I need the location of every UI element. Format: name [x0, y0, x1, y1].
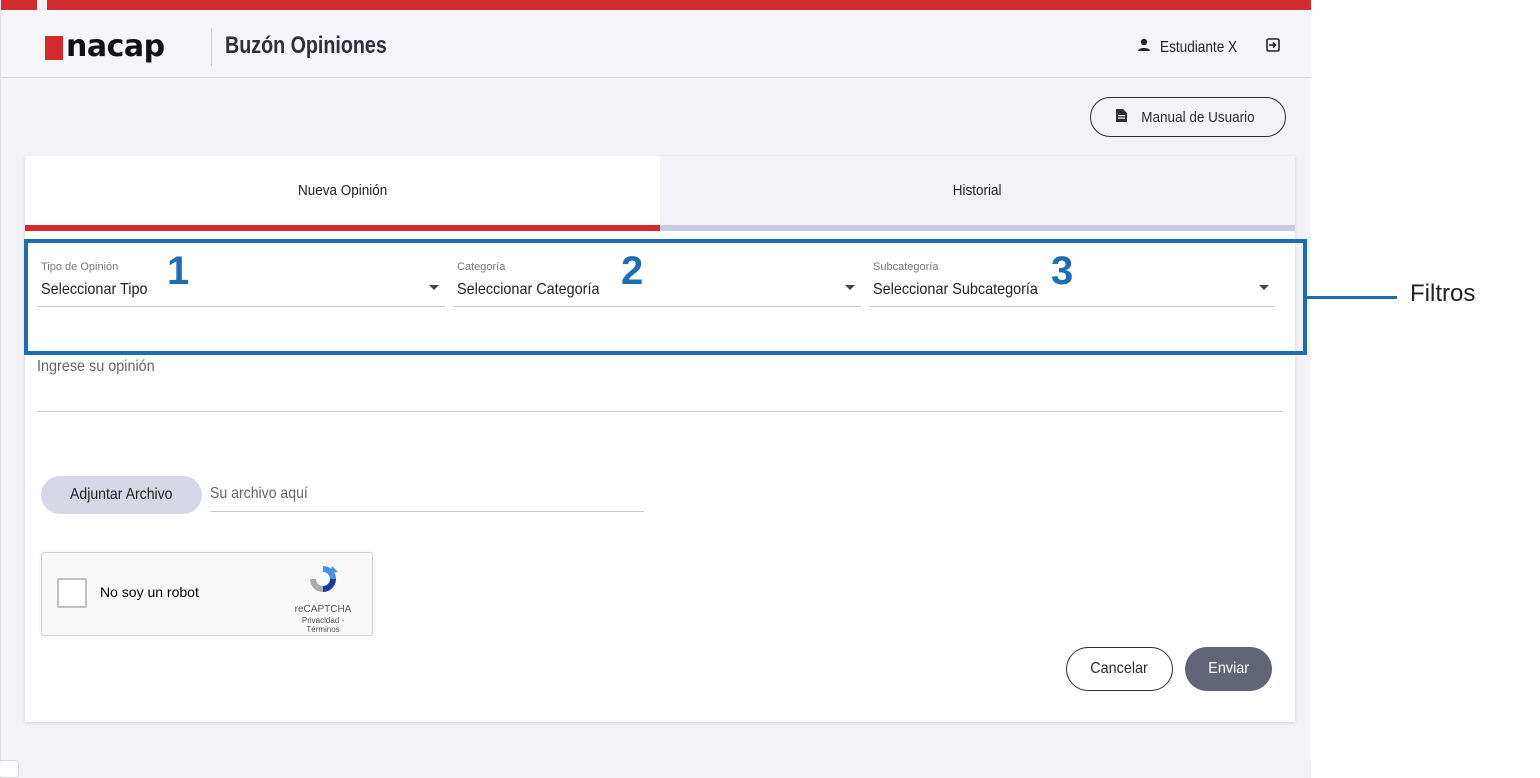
- recaptcha-icon: [310, 566, 338, 592]
- user-manual-label: Manual de Usuario: [1140, 108, 1255, 126]
- document-icon: [1115, 108, 1127, 126]
- top-accent-bar: [1, 0, 1311, 10]
- filters-annotation-connector: [1307, 296, 1397, 299]
- cancel-button[interactable]: Cancelar: [1066, 647, 1173, 691]
- attach-file-button[interactable]: Adjuntar Archivo: [41, 476, 202, 514]
- user-icon: [1136, 37, 1152, 58]
- tabs: Nueva Opinión Historial: [25, 156, 1295, 231]
- logo-text: nacap: [66, 29, 165, 64]
- file-placeholder: Su archivo aquí: [210, 485, 308, 502]
- user-manual-button[interactable]: Manual de Usuario: [1090, 97, 1286, 137]
- recaptcha-checkbox[interactable]: [57, 578, 87, 608]
- opinion-input[interactable]: Ingrese su opinión: [37, 346, 1283, 412]
- filters-annotation-box: [24, 239, 1307, 355]
- bottom-strip: [1, 760, 1311, 778]
- recaptcha-brand: reCAPTCHA: [294, 604, 352, 615]
- recaptcha-label: No soy un robot: [100, 584, 199, 600]
- attach-file-label: Adjuntar Archivo: [70, 486, 173, 503]
- tab-label: Historial: [953, 182, 1002, 199]
- inacap-logo[interactable]: nacap: [45, 32, 165, 62]
- recaptcha-links[interactable]: Privacidad - Términos: [288, 616, 358, 634]
- user-area: Estudiante X: [1136, 37, 1281, 58]
- logout-icon[interactable]: [1265, 37, 1281, 58]
- filters-annotation-label: Filtros: [1410, 280, 1476, 307]
- header-divider: [211, 28, 212, 66]
- user-name: Estudiante X: [1160, 38, 1238, 56]
- header: nacap Buzón Opiniones Estudiante X: [1, 10, 1311, 78]
- send-button[interactable]: Enviar: [1185, 647, 1272, 691]
- cancel-label: Cancelar: [1090, 660, 1149, 677]
- opinion-placeholder: Ingrese su opinión: [37, 358, 155, 375]
- file-name-field[interactable]: Su archivo aquí: [210, 476, 644, 512]
- recaptcha-widget: No soy un robot reCAPTCHA Privacidad - T…: [41, 552, 373, 636]
- page-title: Buzón Opiniones: [225, 32, 387, 59]
- tab-label: Nueva Opinión: [297, 182, 388, 199]
- tab-historial[interactable]: Historial: [660, 156, 1295, 231]
- bottom-handle: [0, 760, 19, 778]
- recaptcha-logo: reCAPTCHA Privacidad - Términos: [288, 563, 358, 634]
- tab-nueva-opinion[interactable]: Nueva Opinión: [25, 156, 660, 231]
- logo-mark: [45, 36, 63, 60]
- send-label: Enviar: [1208, 660, 1249, 677]
- app-frame: nacap Buzón Opiniones Estudiante X Manua…: [0, 0, 1311, 778]
